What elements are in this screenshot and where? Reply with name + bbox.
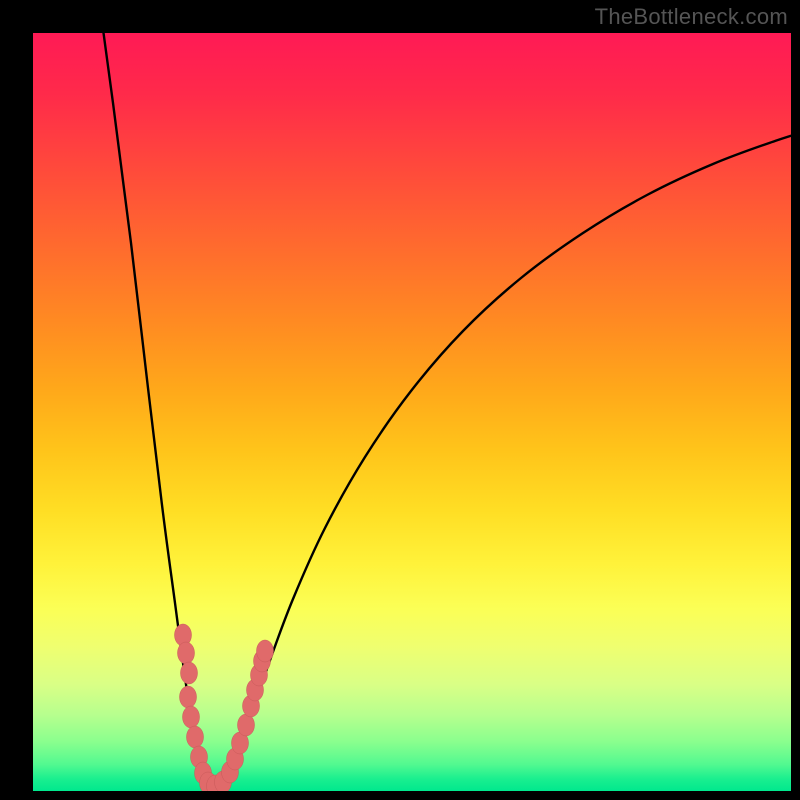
plot-area — [33, 33, 791, 791]
data-marker — [178, 642, 195, 664]
data-marker — [238, 714, 255, 736]
chart-frame: TheBottleneck.com — [0, 0, 800, 800]
data-marker — [180, 686, 197, 708]
curve-right-branch — [213, 126, 791, 788]
curve-layer — [33, 33, 791, 791]
marker-cluster — [175, 624, 274, 791]
watermark-text: TheBottleneck.com — [595, 4, 788, 30]
data-marker — [183, 706, 200, 728]
data-marker — [187, 726, 204, 748]
data-marker — [181, 662, 198, 684]
data-marker — [257, 640, 274, 662]
